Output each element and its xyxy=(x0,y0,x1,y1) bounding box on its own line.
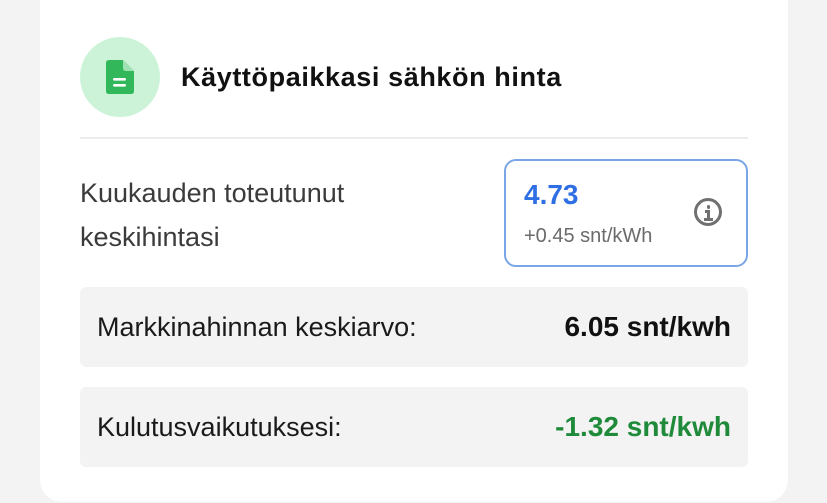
monthly-price-box: 4.73 +0.45 snt/kWh xyxy=(504,159,748,267)
consumption-effect-row: Kulutusvaikutuksesi: -1.32 snt/kwh xyxy=(80,387,748,467)
card-header: Käyttöpaikkasi sähkön hinta xyxy=(80,37,748,117)
document-icon-badge xyxy=(80,37,160,117)
document-icon xyxy=(106,60,134,94)
market-price-label: Markkinahinnan keskiarvo: xyxy=(97,312,417,342)
consumption-effect-value: -1.32 snt/kwh xyxy=(555,411,731,442)
consumption-effect-label: Kulutusvaikutuksesi: xyxy=(97,412,342,442)
monthly-price-difference: +0.45 snt/kWh xyxy=(524,225,653,247)
info-icon[interactable] xyxy=(694,198,722,226)
header-divider xyxy=(80,137,748,139)
market-price-row: Markkinahinnan keskiarvo: 6.05 snt/kwh xyxy=(80,287,748,367)
card-title: Käyttöpaikkasi sähkön hinta xyxy=(181,61,562,92)
monthly-price-value: 4.73 xyxy=(524,179,579,210)
market-price-value: 6.05 snt/kwh xyxy=(564,311,731,342)
monthly-average-label: Kuukauden toteutunut keskihintasi xyxy=(80,178,345,252)
